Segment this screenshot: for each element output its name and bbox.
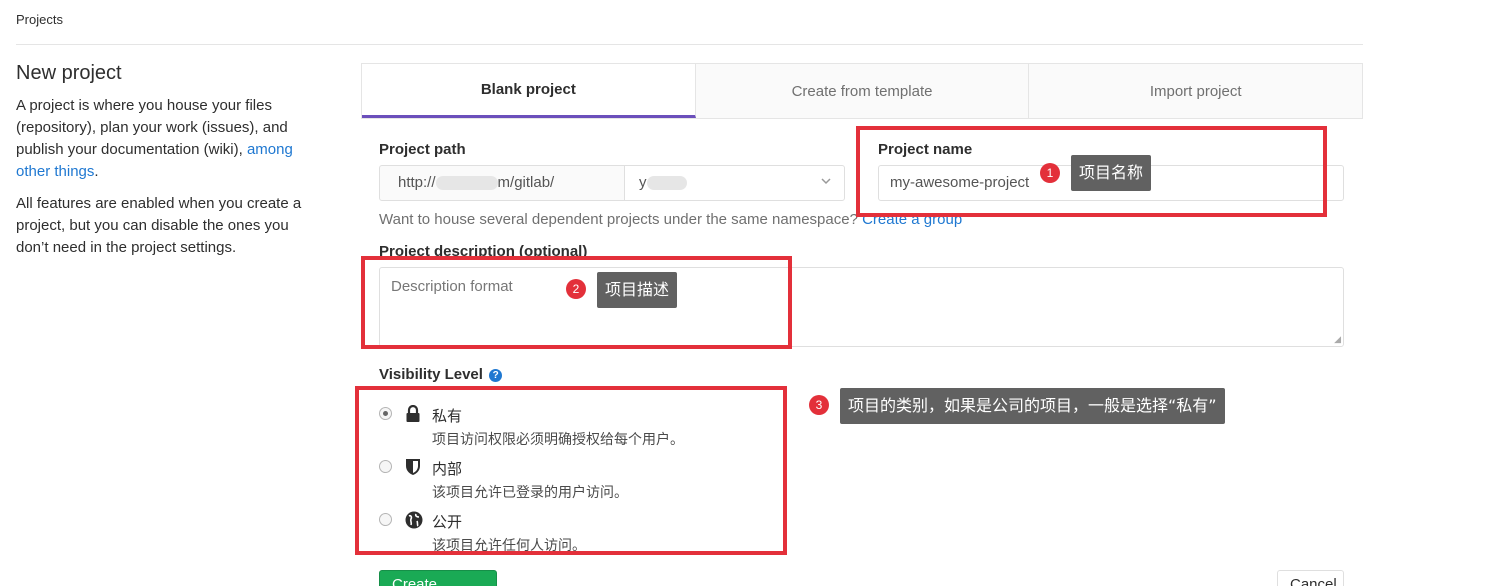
visibility-level-text: Visibility Level bbox=[379, 366, 483, 383]
annotation-tooltip-3: 项目的类别，如果是公司的项目，一般是选择“私有” bbox=[840, 388, 1225, 424]
annotation-badge-2: 2 bbox=[566, 279, 586, 299]
annotation-box-description bbox=[361, 256, 792, 349]
annotation-box-visibility bbox=[355, 386, 787, 555]
redacted-blur bbox=[435, 176, 498, 191]
tab-blank-project[interactable]: Blank project bbox=[362, 64, 696, 118]
page-title: New project bbox=[16, 62, 122, 84]
path-prefix-end: m/gitlab/ bbox=[497, 174, 555, 191]
top-divider bbox=[16, 44, 1363, 45]
project-path-prefix: http:// m/gitlab/ bbox=[379, 165, 625, 201]
annotation-badge-1: 1 bbox=[1040, 163, 1060, 183]
redacted-blur bbox=[646, 176, 687, 191]
cancel-button[interactable]: Cancel bbox=[1277, 570, 1344, 586]
resize-grip-icon[interactable]: ◢ bbox=[1334, 334, 1341, 345]
annotation-tooltip-2: 项目描述 bbox=[597, 272, 678, 308]
tab-create-from-template[interactable]: Create from template bbox=[696, 64, 1030, 118]
namespace-help-text: Want to house several dependent projects… bbox=[379, 211, 858, 228]
tab-import-project[interactable]: Import project bbox=[1029, 64, 1362, 118]
create-project-button[interactable]: Create project bbox=[379, 570, 497, 586]
namespace-select[interactable]: y bbox=[624, 165, 845, 201]
visibility-level-label: Visibility Level ? bbox=[379, 366, 503, 383]
project-path-label: Project path bbox=[379, 141, 466, 158]
chevron-down-icon bbox=[820, 174, 832, 190]
annotation-badge-3: 3 bbox=[809, 395, 829, 415]
sidebar-description-end: . bbox=[94, 163, 99, 180]
sidebar-info: New project A project is where you house… bbox=[16, 62, 316, 269]
path-prefix-start: http:// bbox=[398, 174, 436, 191]
sidebar-description: A project is where you house your files … bbox=[16, 95, 316, 183]
namespace-value: y bbox=[639, 174, 647, 191]
help-question-icon[interactable]: ? bbox=[489, 369, 503, 382]
project-tabs: Blank project Create from template Impor… bbox=[361, 63, 1363, 119]
annotation-tooltip-1: 项目名称 bbox=[1071, 155, 1152, 191]
breadcrumb-projects[interactable]: Projects bbox=[16, 12, 63, 27]
sidebar-features-note: All features are enabled when you create… bbox=[16, 195, 302, 256]
